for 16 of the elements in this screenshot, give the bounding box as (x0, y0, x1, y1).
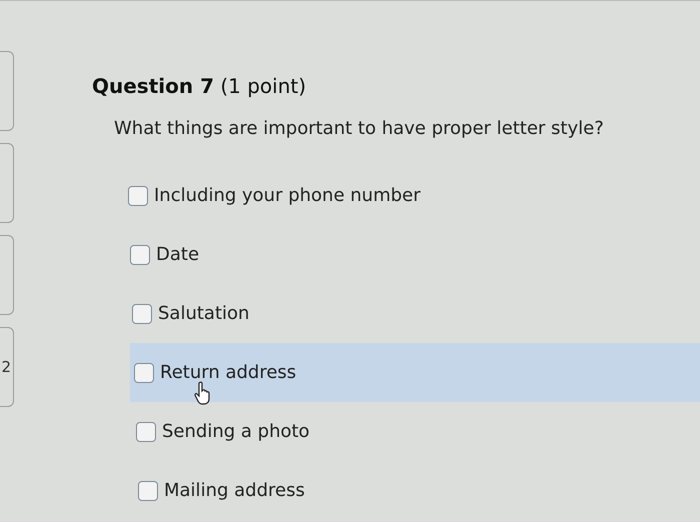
checkbox[interactable] (138, 480, 158, 500)
option-label[interactable]: Date (156, 241, 200, 268)
sidebar-card[interactable]: 2 (0, 327, 14, 407)
checkbox[interactable] (130, 244, 150, 264)
checkbox[interactable] (134, 362, 154, 382)
option-label[interactable]: Mailing address (164, 477, 305, 504)
checkbox[interactable] (136, 422, 156, 442)
checkbox[interactable] (128, 186, 148, 206)
question-title: Question 7 (1 point) (92, 73, 308, 100)
option-label[interactable]: Sending a photo (162, 418, 310, 445)
option-label[interactable]: Return address (160, 359, 296, 386)
option-label[interactable]: Including your phone number (154, 182, 421, 209)
checkbox[interactable] (132, 304, 152, 324)
option-row[interactable]: Return address (130, 343, 700, 402)
question-prompt: What things are important to have proper letter style? (114, 117, 605, 141)
option-label[interactable]: Salutation (158, 300, 250, 327)
